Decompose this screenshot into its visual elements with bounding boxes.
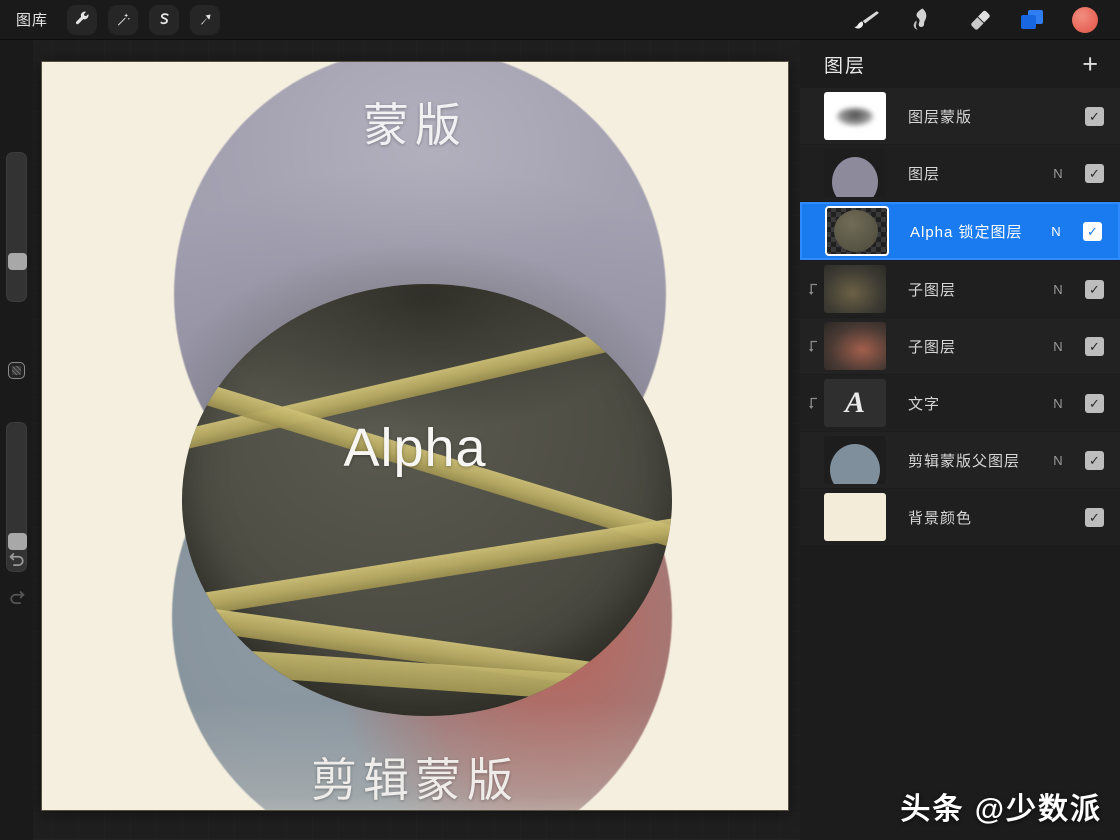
magic-wand-icon[interactable] — [108, 5, 138, 35]
layer-name: 剪辑蒙版父图层 — [886, 450, 1045, 471]
smudge-icon[interactable] — [906, 5, 936, 35]
clipping-mask-indicator-icon — [806, 396, 822, 410]
layer-row[interactable]: Alpha 锁定图层N ✓ — [800, 202, 1120, 260]
layer-thumbnail[interactable] — [824, 322, 886, 370]
wrench-icon[interactable] — [67, 5, 97, 35]
blend-mode-label[interactable]: N — [1045, 396, 1071, 411]
app-root: 图库 — [0, 0, 1120, 840]
brush-stroke — [182, 515, 672, 619]
blend-mode-label[interactable]: N — [1045, 339, 1071, 354]
layer-thumbnail[interactable] — [824, 265, 886, 313]
layer-row[interactable]: 剪辑蒙版父图层N ✓ — [800, 432, 1120, 488]
layer-name: 文字 — [886, 393, 1045, 414]
layer-row[interactable]: A 文字N ✓ — [800, 375, 1120, 431]
layer-name: 背景颜色 — [886, 507, 1045, 528]
blend-mode-label[interactable]: N — [1045, 453, 1071, 468]
undo-button[interactable] — [6, 548, 28, 570]
add-layer-button[interactable]: + — [1082, 51, 1098, 78]
layer-row[interactable]: 子图层N ✓ — [800, 318, 1120, 374]
blend-mode-label[interactable]: N — [1045, 166, 1071, 181]
layer-visibility-checkbox[interactable]: ✓ — [1085, 508, 1104, 527]
top-toolbar: 图库 — [0, 0, 1120, 40]
layer-name: 子图层 — [886, 279, 1045, 300]
layer-visibility-checkbox[interactable]: ✓ — [1083, 222, 1102, 241]
transform-icon[interactable] — [190, 5, 220, 35]
layers-list: 图层蒙版✓图层N✓Alpha 锁定图层N✓子图层N✓子图层N✓A文字N✓剪辑蒙版… — [800, 88, 1120, 545]
layer-visibility-checkbox[interactable]: ✓ — [1085, 394, 1104, 413]
toolbar-left-group: 图库 — [0, 5, 220, 35]
layers-panel: 图层 + 图层蒙版✓图层N✓Alpha 锁定图层N✓子图层N✓子图层N✓A文字N… — [800, 40, 1120, 840]
layer-thumbnail[interactable] — [824, 149, 886, 197]
layer-visibility-checkbox[interactable]: ✓ — [1085, 337, 1104, 356]
layer-name: 子图层 — [886, 336, 1045, 357]
blend-mode-label[interactable]: N — [1045, 282, 1071, 297]
layer-visibility-checkbox[interactable]: ✓ — [1085, 451, 1104, 470]
selection-icon[interactable] — [149, 5, 179, 35]
layers-panel-title: 图层 — [824, 51, 866, 78]
layer-visibility-checkbox[interactable]: ✓ — [1085, 280, 1104, 299]
brush-size-slider[interactable] — [6, 152, 27, 302]
clipping-mask-indicator-icon — [806, 339, 822, 353]
artwork: 蒙版 Alpha 剪辑蒙版 — [42, 62, 788, 810]
layer-visibility-checkbox[interactable]: ✓ — [1085, 164, 1104, 183]
alpha-sphere-shape — [182, 284, 672, 716]
blend-mode-label[interactable]: N — [1043, 224, 1069, 239]
redo-button[interactable] — [6, 586, 28, 608]
canvas-text-clip: 剪辑蒙版 — [42, 744, 788, 810]
text-layer-glyph: A — [845, 386, 865, 420]
layer-thumbnail[interactable] — [824, 436, 886, 484]
drawing-canvas[interactable]: 蒙版 Alpha 剪辑蒙版 — [42, 62, 788, 810]
layers-icon[interactable] — [1018, 6, 1046, 34]
layer-row[interactable]: 图层蒙版 ✓ — [800, 88, 1120, 144]
layer-name: Alpha 锁定图层 — [888, 221, 1043, 242]
toolbar-right-group — [850, 5, 1120, 35]
left-sidebar — [0, 40, 33, 840]
layer-thumbnail[interactable] — [824, 92, 886, 140]
layer-name: 图层蒙版 — [886, 106, 1045, 127]
layers-panel-header: 图层 + — [800, 40, 1120, 88]
layer-thumbnail[interactable]: A — [824, 379, 886, 427]
modify-button[interactable] — [8, 362, 25, 379]
brush-icon[interactable] — [850, 5, 880, 35]
layer-name: 图层 — [886, 163, 1045, 184]
layer-thumbnail[interactable] — [826, 207, 888, 255]
layer-row[interactable]: 子图层N ✓ — [800, 261, 1120, 317]
layer-row[interactable]: 图层N ✓ — [800, 145, 1120, 201]
layer-row[interactable]: 背景颜色 ✓ — [800, 489, 1120, 545]
gallery-button[interactable]: 图库 — [14, 7, 56, 33]
canvas-text-mask: 蒙版 — [42, 89, 788, 155]
eraser-icon[interactable] — [962, 5, 992, 35]
brush-size-handle[interactable] — [8, 253, 27, 270]
color-swatch-button[interactable] — [1072, 7, 1098, 33]
watermark: 头条 @少数派 — [900, 784, 1102, 828]
layer-thumbnail[interactable] — [824, 493, 886, 541]
canvas-text-alpha: Alpha — [42, 417, 788, 479]
clipping-mask-indicator-icon — [806, 282, 822, 296]
layer-visibility-checkbox[interactable]: ✓ — [1085, 107, 1104, 126]
